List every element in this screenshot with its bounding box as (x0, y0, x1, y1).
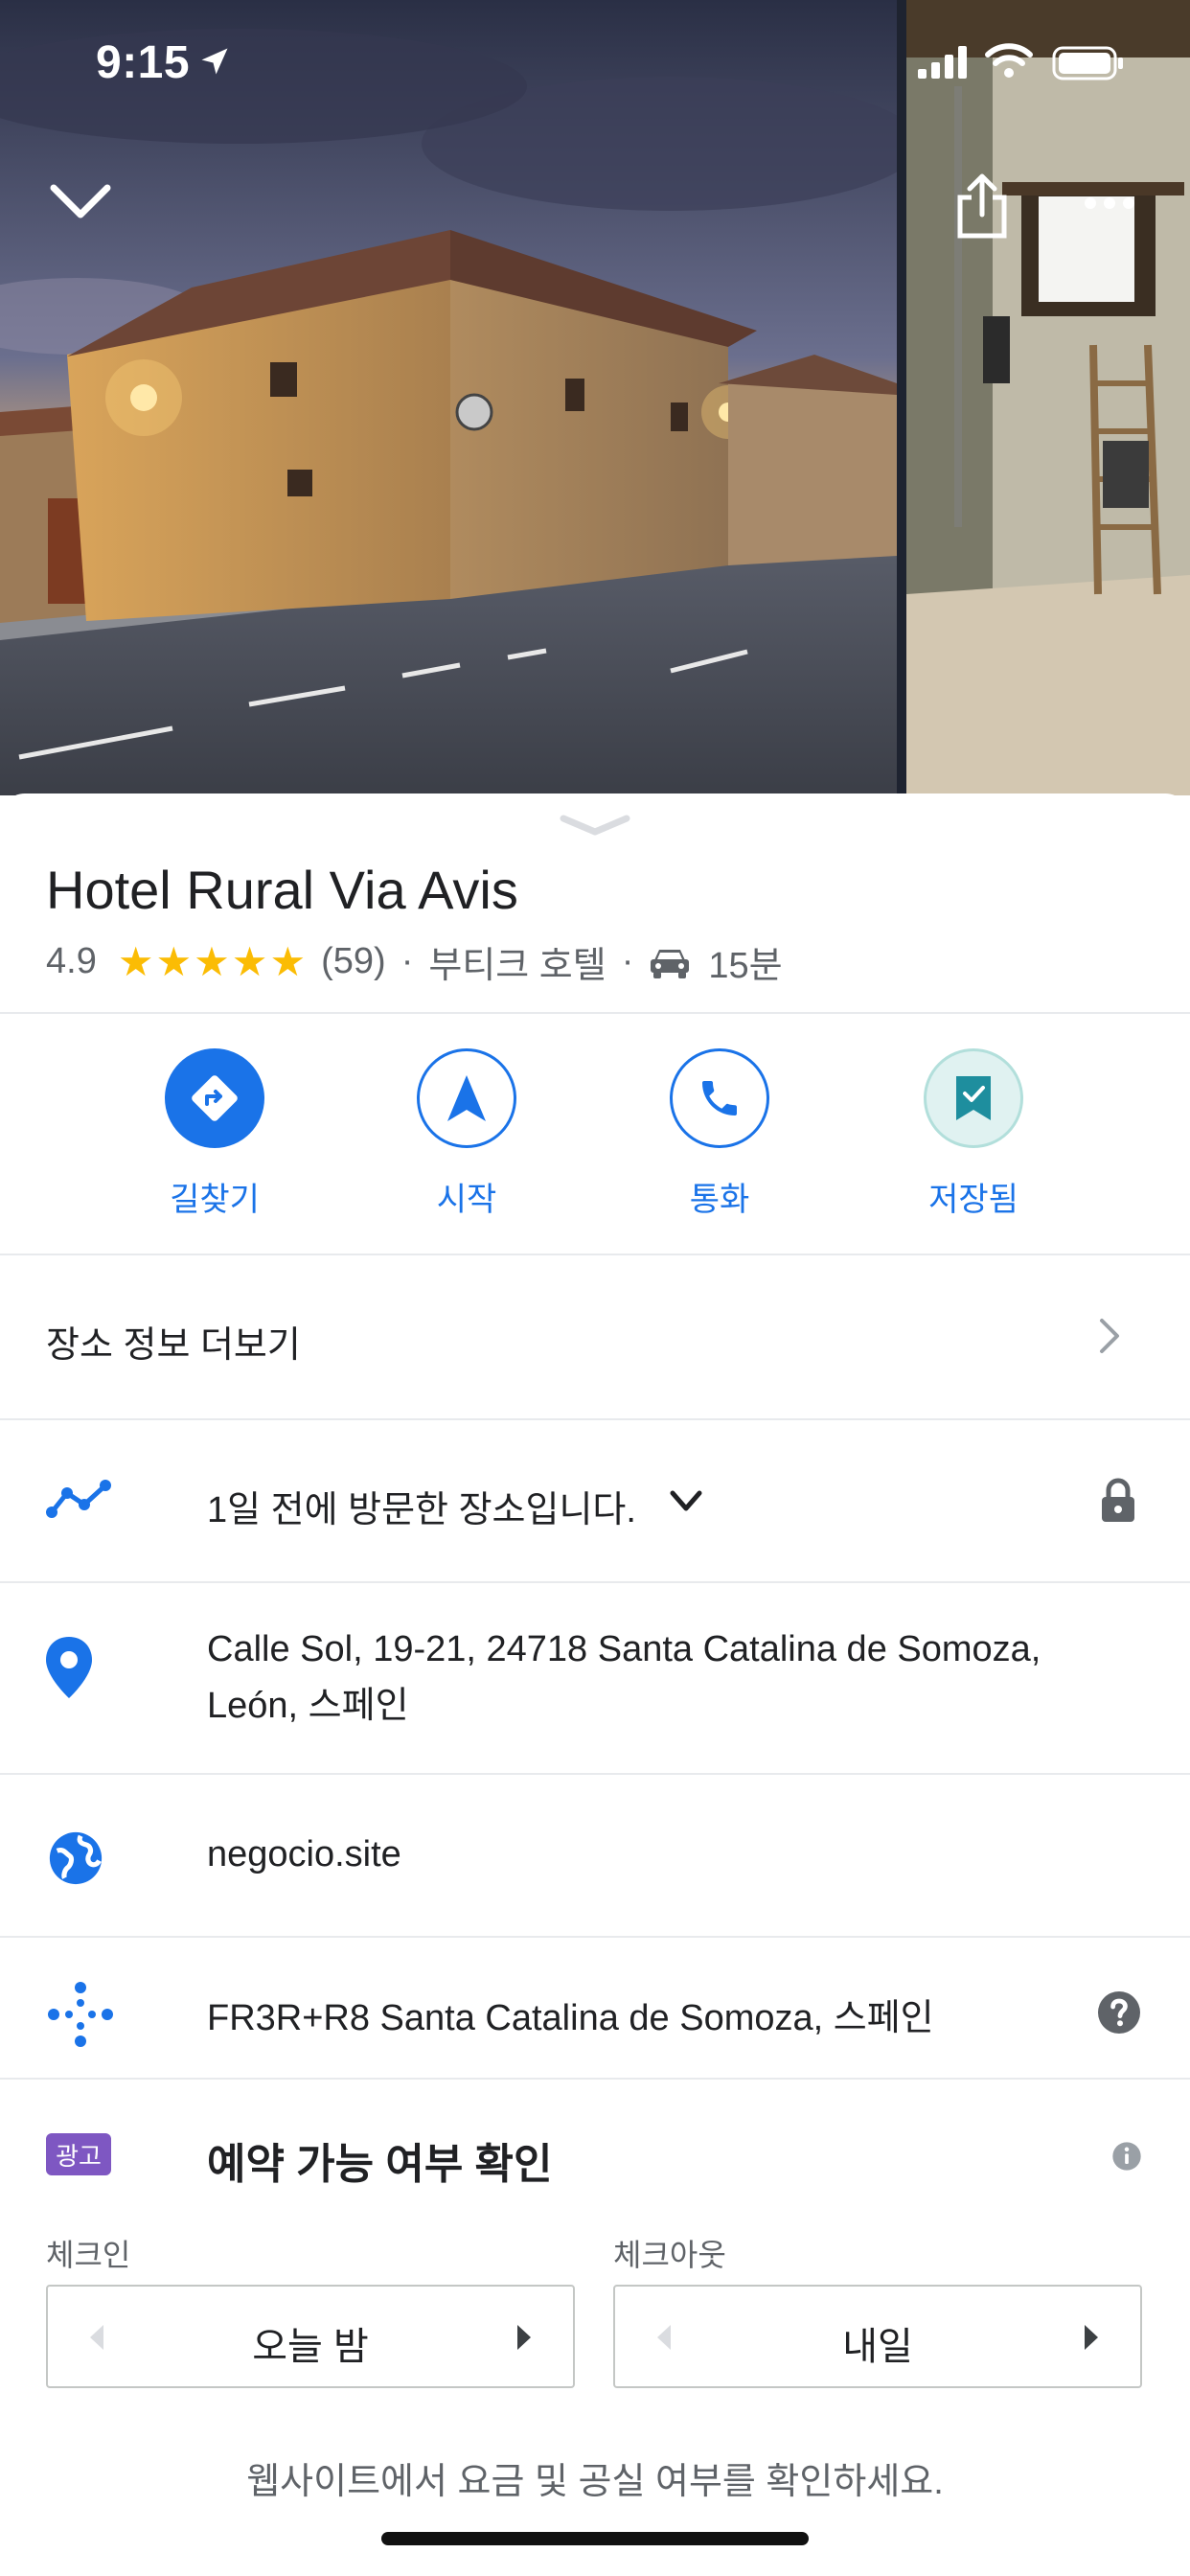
booking-title: 예약 가능 여부 확인 (207, 2141, 553, 2188)
checkout-picker[interactable]: 내일 (613, 2285, 1142, 2388)
wifi-icon (985, 43, 1033, 78)
phone-icon (702, 1081, 737, 1116)
address-line2: León, 스페인 (207, 1686, 409, 1726)
visited-row[interactable]: 1일 전에 방문한 장소입니다. (0, 1420, 1190, 1581)
website-link[interactable]: negocio.site (207, 1834, 401, 1875)
place-sheet: Hotel Rural Via Avis 4.9 ★ ★ ★ ★ ★ (59) … (0, 794, 1190, 2576)
chevron-down-icon[interactable] (669, 1489, 703, 1514)
navigation-arrow-icon (447, 1075, 486, 1121)
place-summary: 4.9 ★ ★ ★ ★ ★ (59) · 부티크 호텔 · 15분 (46, 935, 783, 988)
photo-carousel[interactable]: 9:15 (0, 0, 1190, 795)
star-icon: ★ (155, 938, 193, 984)
more-info-label: 장소 정보 더보기 (46, 1325, 301, 1366)
next-date-icon[interactable] (1083, 2323, 1100, 2352)
checkin-value: 오늘 밤 (252, 2326, 369, 2368)
directions-icon (192, 1075, 238, 1121)
plus-code-row[interactable]: FR3R+R8 Santa Catalina de Somoza, 스페인 (0, 1938, 1190, 2078)
saved-button[interactable]: 저장됨 (868, 1048, 1079, 1220)
more-info-row[interactable]: 장소 정보 더보기 (0, 1255, 1190, 1416)
help-icon[interactable] (1096, 1990, 1142, 2036)
star-icon: ★ (117, 938, 154, 984)
rating-stars: ★ ★ ★ ★ ★ (117, 938, 308, 984)
more-options-icon[interactable] (1083, 196, 1136, 211)
start-button[interactable]: 시작 (361, 1048, 572, 1220)
timeline-icon (46, 1480, 111, 1518)
directions-label: 길찾기 (170, 1182, 260, 1218)
star-icon: ★ (231, 938, 268, 984)
car-icon (651, 949, 690, 978)
address-row[interactable]: Calle Sol, 19-21, 24718 Santa Catalina d… (0, 1583, 1190, 1773)
ad-badge: 광고 (46, 2133, 111, 2175)
share-icon[interactable] (954, 172, 1010, 240)
next-date-icon[interactable] (515, 2323, 533, 2352)
rating-value: 4.9 (46, 941, 97, 981)
divider (0, 2078, 1190, 2080)
globe-icon (49, 1831, 103, 1885)
start-label: 시작 (436, 1182, 497, 1218)
visited-text: 1일 전에 방문한 장소입니다. (207, 1490, 636, 1530)
battery-icon (1052, 46, 1123, 80)
review-count[interactable]: (59) (321, 941, 386, 982)
cellular-signal-icon (918, 46, 967, 79)
collapse-chevron-icon[interactable] (46, 178, 115, 226)
info-icon[interactable] (1111, 2141, 1142, 2172)
place-category: 부티크 호텔 (428, 946, 606, 986)
status-bar: 9:15 (0, 0, 1190, 125)
call-label: 통화 (689, 1182, 750, 1218)
drive-time: 15분 (708, 946, 783, 986)
sheet-handle-icon[interactable] (558, 811, 632, 838)
directions-button[interactable]: 길찾기 (109, 1048, 320, 1220)
plus-code-icon (48, 1982, 113, 2047)
action-buttons: 길찾기 시작 통화 저장됨 (0, 1048, 1190, 1252)
call-button[interactable]: 통화 (614, 1048, 825, 1220)
bookmark-saved-icon (956, 1076, 991, 1120)
website-row[interactable]: negocio.site (0, 1775, 1190, 1936)
booking-note: 웹사이트에서 요금 및 공실 여부를 확인하세요. (246, 2462, 944, 2502)
home-indicator[interactable] (381, 2532, 809, 2545)
checkin-label: 체크인 (46, 2238, 131, 2272)
lock-icon (1102, 1478, 1134, 1522)
star-icon: ★ (269, 938, 307, 984)
saved-label: 저장됨 (928, 1182, 1018, 1218)
location-arrow-icon (201, 48, 228, 75)
chevron-right-icon (1100, 1319, 1119, 1353)
plus-code-text: FR3R+R8 Santa Catalina de Somoza, 스페인 (207, 1998, 934, 2038)
address-line1: Calle Sol, 19-21, 24718 Santa Catalina d… (207, 1629, 1041, 1669)
location-pin-icon (46, 1637, 92, 1698)
checkout-label: 체크아웃 (613, 2238, 726, 2272)
divider (0, 1012, 1190, 1014)
checkin-picker[interactable]: 오늘 밤 (46, 2285, 575, 2388)
status-time: 9:15 (96, 37, 191, 88)
checkout-value: 내일 (842, 2326, 913, 2368)
star-icon: ★ (194, 938, 230, 984)
place-title: Hotel Rural Via Avis (46, 860, 518, 920)
